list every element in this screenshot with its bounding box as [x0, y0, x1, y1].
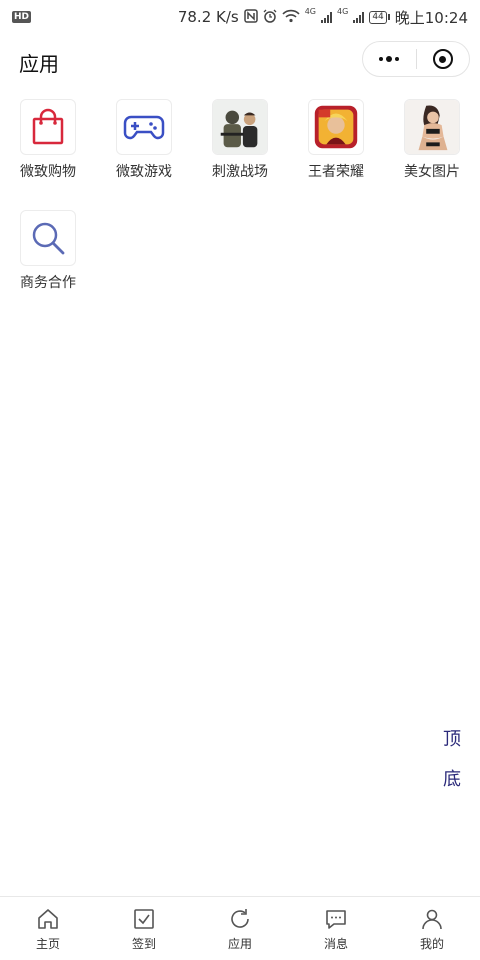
header: 应用: [0, 38, 480, 82]
scroll-top-button[interactable]: 顶: [436, 723, 468, 753]
signal-2-type: 4G: [337, 6, 349, 16]
checkin-icon: [132, 907, 156, 931]
alarm-icon: [263, 9, 277, 26]
app-item-honor-of-kings[interactable]: 王者荣耀: [288, 99, 384, 210]
user-icon: [420, 907, 444, 931]
shopping-bag-icon: [20, 99, 76, 155]
signal-1-type: 4G: [304, 6, 317, 16]
app-label: 微致购物: [20, 164, 76, 180]
status-right: 78.2 K/s 4G 4G 44 晚上10:24: [178, 7, 468, 28]
more-dots-icon: [379, 56, 400, 62]
tab-bar: 主页 签到 应用 消息 我的: [0, 896, 480, 960]
tab-label: 我的: [419, 937, 444, 951]
tab-profile[interactable]: 我的: [384, 897, 480, 960]
battle-game-icon: [212, 99, 268, 155]
tab-checkin[interactable]: 签到: [96, 897, 192, 960]
app-label: 刺激战场: [212, 164, 268, 180]
tab-label: 消息: [323, 937, 348, 951]
app-label: 王者荣耀: [308, 164, 364, 180]
wifi-icon: [282, 9, 300, 26]
page-title: 应用: [19, 52, 59, 76]
gamepad-icon: [116, 99, 172, 155]
battery-indicator: 44: [369, 10, 390, 24]
app-item-business[interactable]: 商务合作: [0, 210, 96, 321]
app-label: 美女图片: [404, 164, 460, 180]
app-item-games[interactable]: 微致游戏: [96, 99, 192, 210]
scroll-bottom-button[interactable]: 底: [436, 763, 468, 793]
photo-gallery-icon: [404, 99, 460, 155]
nfc-icon: [243, 8, 258, 26]
message-icon: [324, 907, 348, 931]
close-miniprogram-button[interactable]: [417, 42, 470, 76]
signal-1-icon: [321, 11, 333, 23]
status-bar: HD 78.2 K/s 4G 4G 44 晚上10:24: [0, 0, 480, 34]
target-close-icon: [432, 49, 453, 69]
app-item-shopping[interactable]: 微致购物: [0, 99, 96, 210]
status-time: 晚上10:24: [394, 8, 468, 27]
tab-label: 签到: [131, 937, 156, 951]
tab-label: 应用: [227, 937, 252, 951]
more-button[interactable]: [363, 42, 416, 76]
tab-messages[interactable]: 消息: [288, 897, 384, 960]
battery-level: 44: [369, 10, 387, 24]
app-item-battle[interactable]: 刺激战场: [192, 99, 288, 210]
app-label: 商务合作: [20, 275, 76, 291]
battery-tip: [387, 14, 390, 20]
app-item-gallery[interactable]: 美女图片: [384, 99, 480, 210]
network-speed: 78.2 K/s: [177, 8, 239, 26]
hd-badge: HD: [12, 11, 32, 23]
home-icon: [36, 907, 60, 931]
hero-game-icon: [308, 99, 364, 155]
search-icon: [20, 210, 76, 266]
tab-label: 主页: [35, 937, 60, 951]
app-label: 微致游戏: [116, 164, 172, 180]
refresh-icon: [228, 907, 252, 931]
signal-2-icon: [353, 11, 365, 23]
tab-apps[interactable]: 应用: [192, 897, 288, 960]
app-grid: 微致购物 微致游戏 刺激战场 王者荣耀 美女图片 商务合作: [0, 99, 480, 321]
miniprogram-capsule: [362, 41, 470, 77]
tab-home[interactable]: 主页: [0, 897, 96, 960]
